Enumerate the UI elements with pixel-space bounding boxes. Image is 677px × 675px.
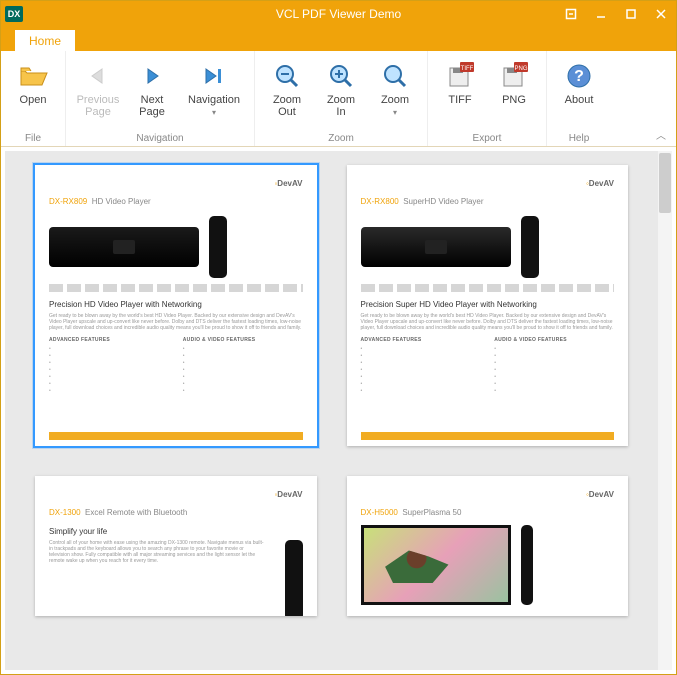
open-label: Open	[20, 94, 47, 118]
about-button[interactable]: ? About	[553, 55, 605, 119]
zoom-out-button[interactable]: Zoom Out	[261, 55, 313, 119]
scrollbar-thumb[interactable]	[659, 153, 671, 213]
export-png-button[interactable]: PNG PNG	[488, 55, 540, 119]
page-thumbnail-4[interactable]: ◦DevAV DX-H5000 SuperPlasma 50	[347, 476, 629, 616]
remote-image	[521, 216, 539, 278]
zoom-in-button[interactable]: Zoom In	[315, 55, 367, 119]
product-image	[361, 227, 511, 267]
ribbon-tabstrip: Home	[1, 27, 676, 51]
page-body-text: Control all of your home with ease using…	[49, 540, 265, 564]
maximize-button[interactable]	[616, 1, 646, 27]
page-headline: Simplify your life	[49, 527, 303, 536]
brand-logo: ◦DevAV	[586, 179, 614, 188]
group-zoom-label: Zoom	[261, 133, 421, 146]
title-bar: DX VCL PDF Viewer Demo	[1, 1, 676, 27]
page-thumbnail-2[interactable]: ◦DevAV DX-RX800 SuperHD Video Player Pre…	[347, 165, 629, 446]
svg-text:?: ?	[574, 68, 584, 85]
zoom-in-icon	[325, 60, 357, 92]
chevron-down-icon: ▾	[393, 108, 397, 117]
previous-page-button: Previous Page	[72, 55, 124, 119]
page-footer-bar	[49, 432, 303, 440]
close-button[interactable]	[646, 1, 676, 27]
zoom-label: Zoom▾	[381, 94, 409, 119]
brand-logo: ◦DevAV	[586, 490, 614, 499]
window-options-button[interactable]	[556, 1, 586, 27]
png-label: PNG	[502, 94, 526, 118]
viewer-area: ◦DevAV DX-RX809 HD Video Player Precisio…	[1, 147, 676, 674]
window-title: VCL PDF Viewer Demo	[276, 7, 401, 21]
page-headline: Precision HD Video Player with Networkin…	[49, 300, 303, 309]
page-footer-bar	[361, 432, 615, 440]
page-body-text: Get ready to be blown away by the world'…	[361, 313, 615, 331]
spec-logos	[361, 284, 615, 292]
tiff-label: TIFF	[448, 94, 471, 118]
thumbnail-grid[interactable]: ◦DevAV DX-RX809 HD Video Player Precisio…	[5, 151, 658, 670]
zoom-in-label: Zoom In	[327, 94, 355, 118]
zoom-out-icon	[271, 60, 303, 92]
svg-text:PNG: PNG	[514, 66, 527, 72]
about-label: About	[565, 94, 594, 118]
group-file: Open File	[1, 51, 66, 146]
remote-image	[209, 216, 227, 278]
product-image	[361, 525, 511, 605]
next-page-label: Next Page	[139, 94, 165, 118]
group-help: ? About Help	[547, 51, 611, 146]
spec-logos	[49, 284, 303, 292]
group-zoom: Zoom Out Zoom In Zoom▾ Zoom	[255, 51, 428, 146]
group-navigation: Previous Page Next Page Navigation▾ Navi…	[66, 51, 255, 146]
floppy-tiff-icon: TIFF	[444, 60, 476, 92]
folder-open-icon	[17, 60, 49, 92]
tab-home[interactable]: Home	[15, 30, 75, 51]
zoom-out-label: Zoom Out	[273, 94, 301, 118]
navigation-dropdown[interactable]: Navigation▾	[180, 55, 248, 120]
collapse-ribbon-button[interactable]: ︿	[652, 125, 670, 144]
minimize-button[interactable]	[586, 1, 616, 27]
export-tiff-button[interactable]: TIFF TIFF	[434, 55, 486, 119]
group-navigation-label: Navigation	[72, 133, 248, 146]
magnifier-icon	[379, 60, 411, 92]
arrow-left-icon	[82, 60, 114, 92]
product-image	[49, 227, 199, 267]
app-badge: DX	[5, 6, 23, 22]
page-body-text: Get ready to be blown away by the world'…	[49, 313, 303, 331]
group-file-label: File	[7, 133, 59, 146]
chevron-up-icon: ︿	[656, 131, 666, 142]
group-export: TIFF TIFF PNG PNG Export	[428, 51, 547, 146]
navigation-label: Navigation▾	[188, 94, 240, 119]
remote-image	[521, 525, 533, 605]
svg-text:TIFF: TIFF	[461, 66, 474, 72]
group-export-label: Export	[434, 133, 540, 146]
vertical-scrollbar[interactable]	[658, 151, 672, 670]
previous-page-label: Previous Page	[77, 94, 120, 118]
ribbon: Open File Previous Page Next Page Naviga…	[1, 51, 676, 147]
arrow-right-end-icon	[198, 60, 230, 92]
brand-logo: ◦DevAV	[274, 490, 302, 499]
help-icon: ?	[563, 60, 595, 92]
brand-logo: ◦DevAV	[274, 179, 302, 188]
page-headline: Precision Super HD Video Player with Net…	[361, 300, 615, 309]
remote-image	[285, 540, 303, 616]
chevron-down-icon: ▾	[212, 108, 216, 117]
group-help-label: Help	[553, 133, 605, 146]
floppy-png-icon: PNG	[498, 60, 530, 92]
next-page-button[interactable]: Next Page	[126, 55, 178, 119]
page-thumbnail-3[interactable]: ◦DevAV DX-1300 Excel Remote with Bluetoo…	[35, 476, 317, 616]
arrow-right-icon	[136, 60, 168, 92]
open-button[interactable]: Open	[7, 55, 59, 119]
zoom-dropdown[interactable]: Zoom▾	[369, 55, 421, 120]
page-thumbnail-1[interactable]: ◦DevAV DX-RX809 HD Video Player Precisio…	[35, 165, 317, 446]
